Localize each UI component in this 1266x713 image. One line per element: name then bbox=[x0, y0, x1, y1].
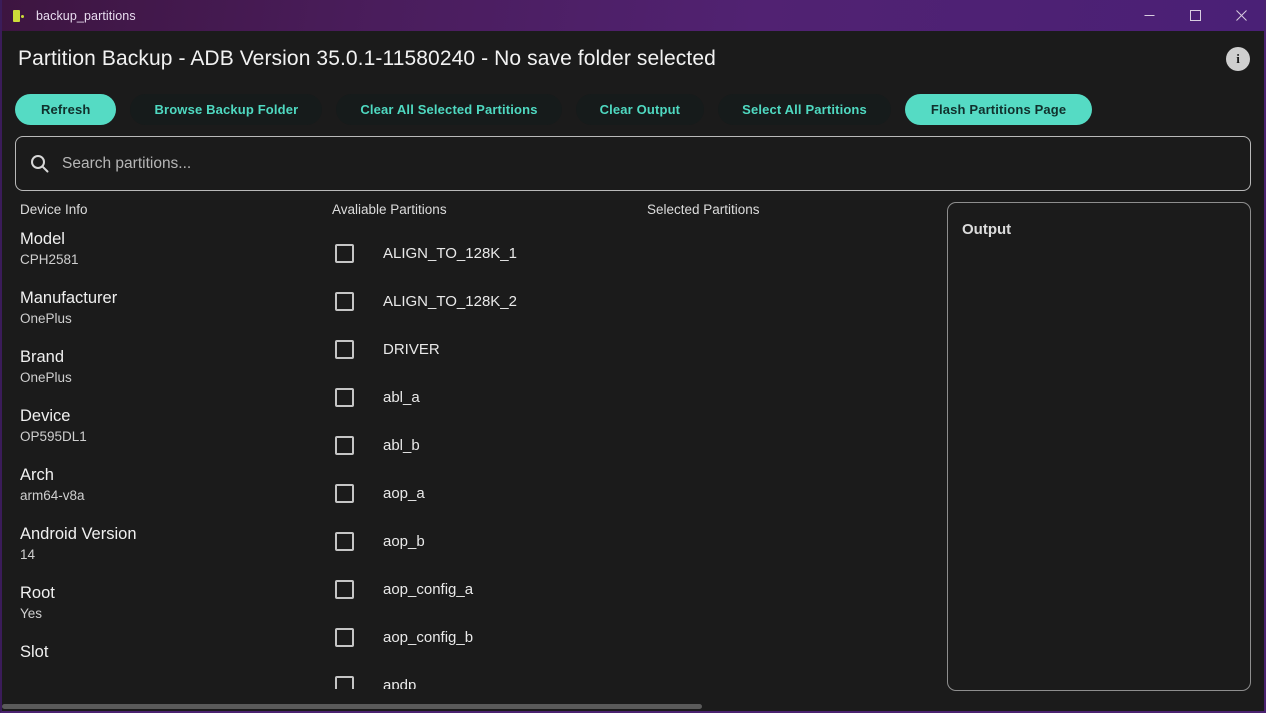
partition-label: aop_config_a bbox=[383, 580, 474, 598]
device-info-column: Device Info Model CPH2581 Manufacturer OneP… bbox=[15, 202, 332, 689]
device-info-label: Android Version bbox=[20, 525, 137, 543]
search-bar[interactable] bbox=[15, 136, 1251, 191]
partition-checkbox[interactable] bbox=[335, 339, 354, 359]
device-info-field: Model CPH2581 bbox=[20, 229, 332, 269]
partition-row[interactable]: aop_b bbox=[332, 517, 647, 565]
device-info-field: Manufacturer OnePlus bbox=[20, 288, 332, 328]
partition-label: aop_b bbox=[383, 532, 425, 550]
window-title: backup_partitions bbox=[36, 8, 136, 23]
partition-row[interactable]: apdp bbox=[332, 661, 647, 689]
device-info-field: Arch arm64-v8a bbox=[20, 465, 332, 505]
flutter-app-icon bbox=[12, 9, 26, 23]
partition-row[interactable]: abl_b bbox=[332, 421, 647, 469]
device-info-value: CPH2581 bbox=[20, 252, 79, 267]
partition-label: abl_b bbox=[383, 436, 420, 454]
partition-label: apdp bbox=[383, 676, 417, 690]
partition-row[interactable]: ALIGN_TO_128K_2 bbox=[332, 277, 647, 325]
device-info-field: Device OP595DL1 bbox=[20, 406, 332, 446]
partition-checkbox[interactable] bbox=[335, 579, 354, 599]
selected-partitions-column: Selected Partitions bbox=[647, 202, 947, 689]
partition-label: abl_a bbox=[383, 388, 420, 406]
main-columns: Device Info Model CPH2581 Manufacturer OneP… bbox=[2, 191, 1264, 691]
device-info-fields: Model CPH2581 Manufacturer OnePlus Brand OneP… bbox=[20, 229, 332, 663]
partition-row[interactable]: DRIVER bbox=[332, 325, 647, 373]
horizontal-scrollbar[interactable] bbox=[2, 703, 1264, 711]
device-info-value: 14 bbox=[20, 547, 36, 562]
device-info-header: Device Info bbox=[20, 202, 88, 217]
partition-label: ALIGN_TO_128K_1 bbox=[383, 244, 517, 262]
partition-checkbox[interactable] bbox=[335, 291, 354, 311]
partition-row[interactable]: aop_config_a bbox=[332, 565, 647, 613]
device-info-field: Brand OnePlus bbox=[20, 347, 332, 387]
partition-checkbox[interactable] bbox=[335, 675, 354, 689]
toolbar: Refresh Browse Backup Folder Clear All Sel… bbox=[2, 87, 1264, 132]
page-header: Partition Backup - ADB Version 35.0.1-11… bbox=[2, 31, 1264, 87]
toolbar-button-refresh[interactable]: Refresh bbox=[15, 94, 117, 125]
partition-checkbox[interactable] bbox=[335, 531, 354, 551]
device-info-label: Manufacturer bbox=[20, 289, 118, 307]
available-partitions-column: Avaliable Partitions ALIGN_TO_128K_1 ALIG… bbox=[332, 202, 647, 689]
device-info-value: OnePlus bbox=[20, 311, 72, 326]
partition-row[interactable]: aop_config_b bbox=[332, 613, 647, 661]
device-info-label: Slot bbox=[20, 643, 49, 661]
device-info-field: Android Version 14 bbox=[20, 524, 332, 564]
partition-label: DRIVER bbox=[383, 340, 440, 358]
partition-label: aop_a bbox=[383, 484, 425, 502]
partition-label: aop_config_b bbox=[383, 628, 474, 646]
partition-checkbox[interactable] bbox=[335, 243, 354, 263]
output-panel[interactable]: Output bbox=[947, 202, 1251, 691]
page-title: Partition Backup - ADB Version 35.0.1-11… bbox=[18, 47, 716, 70]
device-info-field: Slot bbox=[20, 642, 332, 663]
partition-row[interactable]: abl_a bbox=[332, 373, 647, 421]
available-partitions-list: ALIGN_TO_128K_1 ALIGN_TO_128K_2 DRIVER abl_… bbox=[332, 229, 647, 689]
device-info-label: Brand bbox=[20, 348, 65, 366]
minimize-icon[interactable] bbox=[1126, 0, 1172, 31]
window-controls bbox=[1126, 0, 1264, 31]
device-info-value: OnePlus bbox=[20, 370, 72, 385]
partition-checkbox[interactable] bbox=[335, 483, 354, 503]
device-info-label: Device bbox=[20, 407, 71, 425]
partition-row[interactable]: ALIGN_TO_128K_1 bbox=[332, 229, 647, 277]
partition-checkbox[interactable] bbox=[335, 387, 354, 407]
toolbar-button-clear-output[interactable]: Clear Output bbox=[575, 94, 705, 125]
close-icon[interactable] bbox=[1218, 0, 1264, 31]
device-info-value: Yes bbox=[20, 606, 43, 621]
partition-row[interactable]: aop_a bbox=[332, 469, 647, 517]
toolbar-button-clear-all-selected-partitions[interactable]: Clear All Selected Partitions bbox=[336, 94, 562, 125]
output-title: Output bbox=[962, 221, 1012, 238]
toolbar-button-flash-partitions-page[interactable]: Flash Partitions Page bbox=[904, 94, 1093, 125]
toolbar-button-select-all-partitions[interactable]: Select All Partitions bbox=[718, 94, 891, 125]
toolbar-button-browse-backup-folder[interactable]: Browse Backup Folder bbox=[130, 94, 323, 125]
maximize-icon[interactable] bbox=[1172, 0, 1218, 31]
device-info-field: Root Yes bbox=[20, 583, 332, 623]
available-partitions-header: Avaliable Partitions bbox=[332, 202, 447, 217]
horizontal-scrollbar-thumb[interactable] bbox=[2, 704, 702, 709]
application-window: backup_partitions Partition Backup - ADB… bbox=[0, 0, 1266, 713]
device-info-label: Arch bbox=[20, 466, 54, 484]
device-info-label: Model bbox=[20, 230, 65, 248]
selected-partitions-header: Selected Partitions bbox=[647, 202, 760, 217]
device-info-value: OP595DL1 bbox=[20, 429, 87, 444]
partition-checkbox[interactable] bbox=[335, 627, 354, 647]
search-icon bbox=[30, 154, 49, 173]
title-bar: backup_partitions bbox=[2, 0, 1264, 31]
info-icon[interactable]: i bbox=[1226, 47, 1250, 71]
search-input[interactable] bbox=[62, 154, 1236, 173]
title-bar-left: backup_partitions bbox=[2, 9, 136, 23]
partition-label: ALIGN_TO_128K_2 bbox=[383, 292, 517, 310]
device-info-value: arm64-v8a bbox=[20, 488, 85, 503]
device-info-label: Root bbox=[20, 584, 55, 602]
partition-checkbox[interactable] bbox=[335, 435, 354, 455]
